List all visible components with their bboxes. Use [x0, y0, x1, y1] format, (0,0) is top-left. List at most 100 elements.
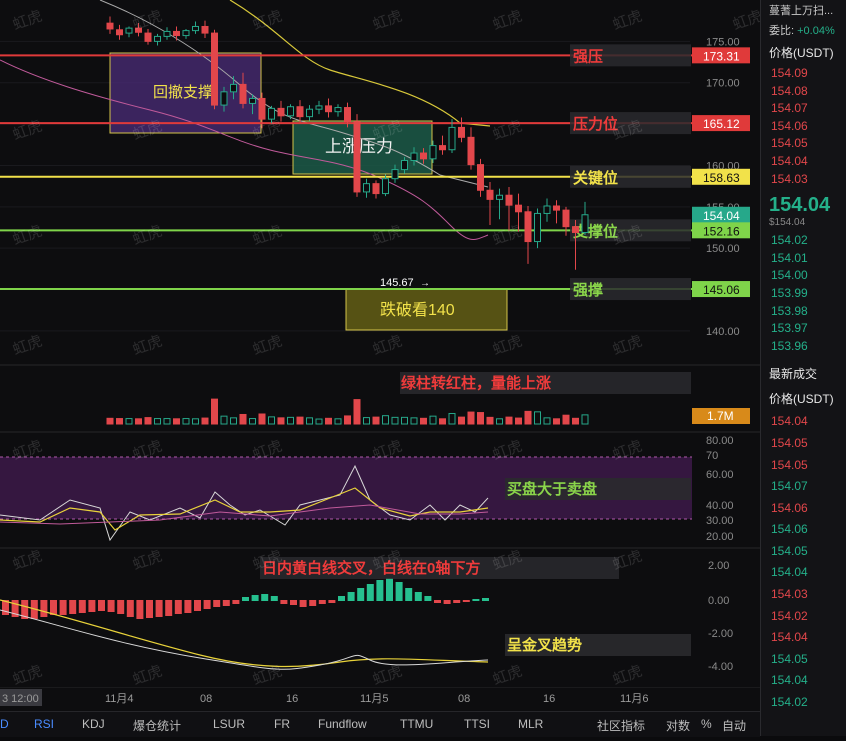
ask-price: 154.05 — [771, 136, 808, 151]
macd-bar — [146, 600, 153, 618]
trade-price: 154.05 — [771, 543, 808, 558]
sidebar-title: 蔓蓍上万扫... — [769, 5, 834, 17]
candle-body — [581, 214, 589, 233]
ratio-row: 委比: +0.04% — [761, 20, 846, 40]
macd-bar — [405, 588, 413, 601]
volume-bar — [534, 411, 541, 425]
macd-bar — [270, 596, 278, 601]
time-tick: 16 — [286, 693, 298, 705]
candle-body — [524, 211, 532, 243]
volume-bar — [296, 416, 304, 425]
trade-price: 154.07 — [771, 479, 808, 494]
trade-price: 154.02 — [771, 695, 808, 710]
macd-bar — [117, 600, 125, 614]
volume-bar — [448, 413, 456, 425]
candle-body — [268, 107, 275, 120]
volume-bar — [401, 416, 408, 425]
rsi-tick: 40.00 — [706, 500, 734, 512]
volume-bar — [306, 417, 313, 425]
candle-body — [372, 183, 380, 195]
trade-price: 154.06 — [771, 522, 808, 537]
macd-bar — [40, 600, 48, 617]
chart-canvas[interactable]: 175.00170.00165.00160.00155.00150.00145.… — [0, 0, 765, 736]
trades-title[interactable]: 最新成交 — [761, 361, 846, 386]
retrace-support-label: 回撤支撑 — [153, 84, 213, 101]
macd-bar — [328, 600, 336, 603]
macd-bar — [78, 600, 86, 613]
candle-body — [239, 83, 247, 104]
macd-bar — [290, 600, 297, 605]
price-badge-text: 154.04 — [703, 209, 740, 223]
volume-badge-text: 1.7M — [707, 409, 734, 423]
tab-item[interactable]: FR — [274, 717, 290, 731]
tab-item[interactable]: % — [701, 717, 712, 731]
candle-body — [173, 30, 180, 37]
tab-item[interactable]: 社区指标 — [597, 717, 645, 734]
tab-item[interactable]: D — [0, 717, 9, 731]
tab-item[interactable]: LSUR — [213, 717, 245, 731]
macd-bar — [453, 600, 461, 603]
order-book-panel: 蔓蓍上万扫... 委比: +0.04% 价格(USDT) 154.09 154.0… — [760, 0, 846, 736]
tab-item[interactable]: 自动 — [722, 717, 746, 734]
rsi-tick: 60.00 — [706, 469, 734, 481]
tab-item[interactable]: TTMU — [400, 717, 433, 731]
level-name: 强压 — [573, 48, 603, 65]
price-badge-text: 165.12 — [703, 117, 740, 131]
price-chart[interactable]: 175.00170.00165.00160.00155.00150.00145.… — [0, 0, 765, 736]
tab-item[interactable]: TTSI — [464, 717, 490, 731]
candle-body — [401, 159, 408, 171]
rsi-tick: 20.00 — [706, 531, 734, 543]
volume-bar — [505, 416, 513, 425]
macd-bar — [347, 592, 355, 601]
candle-body — [382, 178, 389, 195]
level-name: 强撑 — [573, 281, 603, 299]
volume-bar — [106, 417, 114, 425]
volume-bar — [572, 417, 579, 425]
tab-item[interactable]: RSI — [34, 717, 54, 731]
volume-bar — [344, 415, 351, 425]
macd-bar — [165, 600, 173, 616]
ratio-label: 委比: — [769, 25, 795, 37]
candle-body — [201, 25, 209, 34]
volume-bar — [562, 414, 570, 425]
macd-tick: 2.00 — [708, 560, 729, 572]
bid-price: 153.98 — [771, 303, 808, 318]
ask-price: 154.09 — [771, 66, 808, 80]
candle-body — [144, 32, 152, 42]
low-marker-arrow: → — [420, 278, 430, 289]
tab-item[interactable]: MLR — [518, 717, 543, 731]
volume-bar — [135, 418, 142, 425]
tab-item[interactable]: Fundflow — [318, 717, 367, 731]
candle-body — [439, 145, 446, 151]
candle-body — [334, 107, 342, 113]
volume-bar — [515, 417, 522, 425]
candle-body — [106, 22, 114, 30]
macd-bar — [184, 600, 192, 613]
volume-bar — [163, 418, 171, 425]
volume-bar — [496, 418, 503, 425]
candle-body — [429, 145, 437, 160]
trade-price: 154.04 — [771, 565, 808, 580]
tab-item[interactable]: 对数 — [666, 717, 690, 734]
bid-price: 153.97 — [771, 321, 808, 336]
macd-bar — [366, 584, 374, 601]
volume-bar — [325, 417, 332, 425]
ask-price: 154.04 — [771, 153, 808, 168]
ratio-value: +0.04% — [797, 25, 835, 37]
candle-body — [249, 97, 256, 104]
price-tick: 140.00 — [706, 326, 740, 338]
volume-bar — [277, 417, 285, 425]
low-marker-label: 145.67 — [380, 277, 414, 289]
tab-item[interactable]: 爆仓统计 — [133, 717, 181, 734]
tab-item[interactable]: KDJ — [82, 717, 105, 731]
ask-price: 154.07 — [771, 101, 808, 116]
macd-tick: -2.00 — [708, 628, 733, 640]
rsi-tick: 70 — [706, 450, 718, 462]
price-tick: 170.00 — [706, 78, 740, 90]
candle-body — [220, 91, 228, 106]
candle-body — [325, 105, 332, 113]
macd-bar — [482, 598, 489, 601]
volume-bar — [125, 418, 133, 425]
volume-bar — [439, 418, 446, 425]
candle-body — [505, 194, 513, 206]
